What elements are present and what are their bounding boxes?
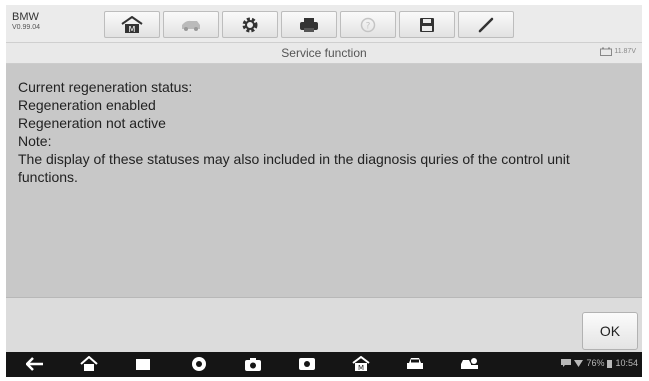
print-icon: [300, 17, 318, 32]
message-icon: [561, 359, 572, 367]
remote-support-button[interactable]: [458, 354, 480, 374]
brightness-app-button[interactable]: [296, 354, 318, 374]
page-title: Service function: [281, 46, 367, 60]
svg-text:M: M: [358, 364, 364, 372]
message-line: The display of these statuses may also i…: [18, 151, 570, 185]
battery-voltage-indicator: 11.87V: [600, 47, 636, 56]
wifi-icon: [574, 360, 584, 367]
android-navigation-bar: M 76% 10:54: [6, 352, 642, 377]
message-text: Current regeneration status: Regeneratio…: [18, 78, 628, 186]
back-icon: [26, 357, 43, 371]
browser-icon: [192, 357, 206, 371]
brightness-icon: [299, 358, 315, 370]
remote-support-icon: [461, 358, 478, 369]
maxisys-home-icon: M: [352, 356, 370, 372]
maxisys-home-button[interactable]: M: [350, 354, 372, 374]
car-battery-icon: [600, 47, 613, 56]
print-button[interactable]: [281, 11, 337, 38]
app-window: BMW V0.99.04 M ? Service function 11.87V…: [6, 5, 642, 352]
vehicle-info: BMW V0.99.04: [12, 11, 92, 32]
top-toolbar: BMW V0.99.04 M ?: [6, 5, 642, 43]
data-logging-icon: [478, 17, 494, 32]
vehicle-swap-button[interactable]: [163, 11, 219, 38]
recent-apps-button[interactable]: [132, 354, 154, 374]
vehicle-swap-icon: [182, 20, 200, 31]
home-button[interactable]: M: [104, 11, 160, 38]
message-line: Regeneration enabled: [18, 97, 156, 113]
battery-voltage: 11.87V: [614, 48, 636, 55]
system-status-area: 76% 10:54: [561, 358, 638, 368]
save-icon: [420, 17, 434, 32]
battery-icon: [607, 359, 613, 368]
ok-button[interactable]: OK: [582, 312, 638, 350]
battery-percent: 76%: [586, 358, 605, 368]
help-icon: ?: [360, 17, 376, 32]
camera-icon: [245, 357, 261, 371]
save-button[interactable]: [399, 11, 455, 38]
chrome-app-button[interactable]: [188, 354, 210, 374]
software-version: V0.99.04: [12, 24, 41, 31]
vehicle-shortcut-button[interactable]: [404, 354, 426, 374]
clock: 10:54: [615, 358, 638, 368]
home-nav-button[interactable]: [78, 354, 100, 374]
camera-app-button[interactable]: [242, 354, 264, 374]
home-icon: M: [121, 15, 143, 34]
vehicle-make: BMW: [12, 11, 39, 23]
title-bar: Service function 11.87V: [6, 43, 642, 64]
message-line: Note:: [18, 133, 52, 149]
svg-text:?: ?: [366, 21, 371, 31]
svg-text:M: M: [129, 25, 136, 34]
car-icon: [407, 358, 423, 369]
bottom-action-bar: OK: [6, 297, 642, 352]
message-line: Current regeneration status:: [18, 79, 193, 95]
data-logging-button[interactable]: [458, 11, 514, 38]
help-button[interactable]: ?: [340, 11, 396, 38]
message-line: Regeneration not active: [18, 115, 166, 131]
settings-button[interactable]: [222, 11, 278, 38]
back-button[interactable]: [24, 354, 46, 374]
settings-gear-icon: [242, 17, 258, 32]
home-icon: [80, 356, 98, 371]
recent-apps-icon: [136, 359, 150, 370]
